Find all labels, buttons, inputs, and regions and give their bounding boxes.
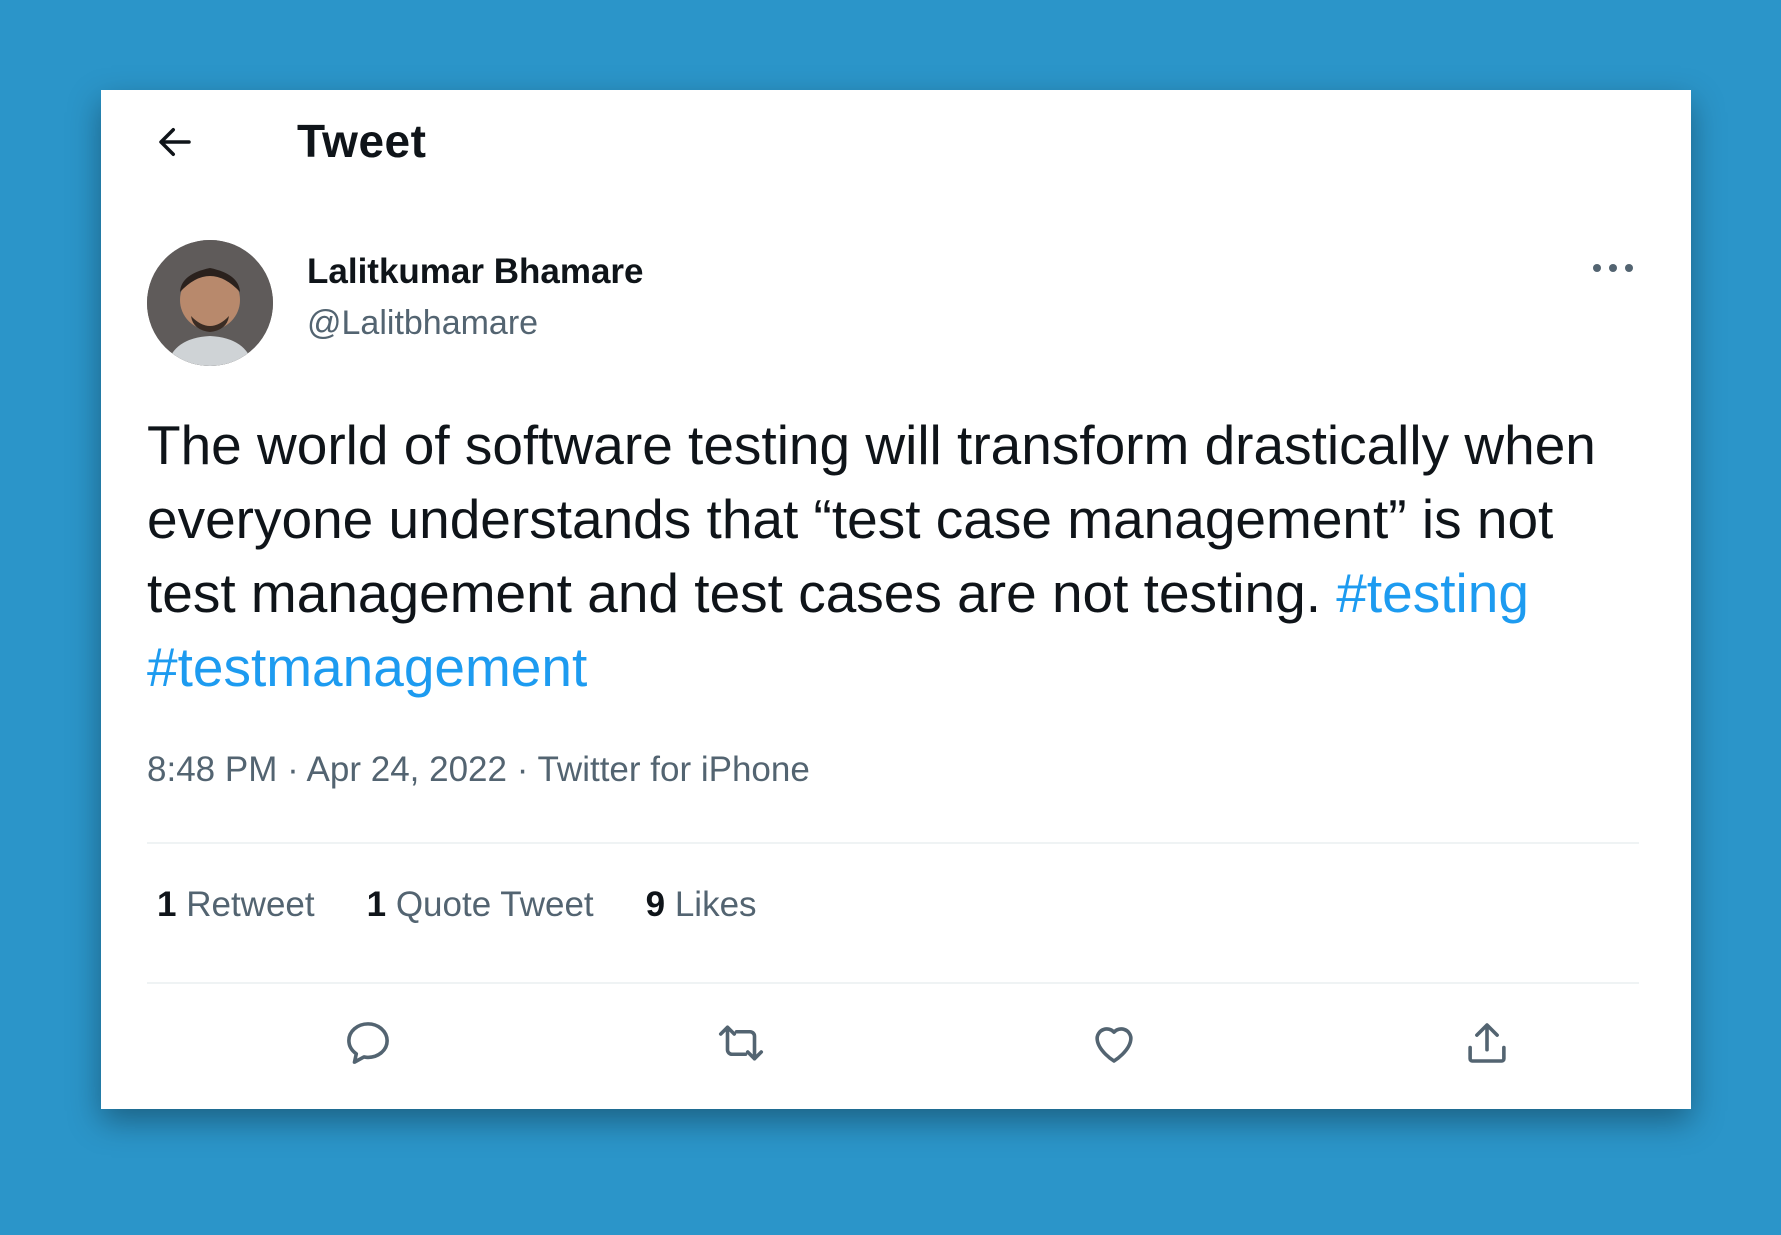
back-button[interactable]: [149, 116, 201, 168]
reply-button[interactable]: [333, 1008, 403, 1078]
tweet-date[interactable]: Apr 24, 2022: [307, 750, 507, 789]
quote-tweets-stat[interactable]: 1 Quote Tweet: [367, 885, 594, 925]
page-title: Tweet: [297, 115, 427, 167]
share-button[interactable]: [1452, 1008, 1522, 1078]
retweets-stat[interactable]: 1 Retweet: [157, 885, 315, 925]
quotes-label: Quote Tweet: [395, 885, 594, 924]
likes-label: Likes: [674, 885, 757, 924]
heart-icon: [1095, 1027, 1133, 1063]
tweet-card: Tweet Lalitkumar Bhamare @Lalitbhamare T…: [101, 90, 1691, 1109]
hashtag-link[interactable]: #testing: [1336, 562, 1529, 624]
quotes-count: 1: [366, 885, 387, 924]
retweets-label: Retweet: [186, 885, 315, 924]
divider: [147, 982, 1639, 984]
reply-icon: [347, 1022, 389, 1064]
tweet-stats: 1 Retweet 1 Quote Tweet 9 Likes: [157, 885, 757, 925]
divider: [147, 842, 1639, 844]
avatar[interactable]: [147, 240, 273, 366]
author-display-name[interactable]: Lalitkumar Bhamare: [307, 252, 644, 292]
hashtag-link[interactable]: #testmanagement: [147, 636, 587, 698]
more-horizontal-icon: [1593, 264, 1633, 272]
tweet-actions: [147, 1008, 1639, 1088]
likes-count: 9: [645, 885, 666, 924]
author-handle[interactable]: @Lalitbhamare: [307, 304, 538, 343]
tweet-time[interactable]: 8:48 PM: [147, 750, 277, 789]
tweet-metadata: 8:48 PM · Apr 24, 2022 · Twitter for iPh…: [147, 750, 810, 789]
share-icon: [1468, 1023, 1506, 1063]
like-button[interactable]: [1079, 1008, 1149, 1078]
user-avatar-icon: [147, 240, 273, 366]
retweets-count: 1: [157, 885, 177, 924]
retweet-icon: [718, 1025, 764, 1061]
tweet-body: The world of software testing will trans…: [147, 408, 1647, 704]
arrow-left-icon: [159, 128, 191, 156]
more-options-button[interactable]: [1587, 250, 1639, 286]
likes-stat[interactable]: 9 Likes: [646, 885, 757, 925]
retweet-button[interactable]: [706, 1008, 776, 1078]
tweet-source[interactable]: Twitter for iPhone: [537, 750, 809, 789]
tweet-header: Tweet: [101, 90, 1691, 190]
